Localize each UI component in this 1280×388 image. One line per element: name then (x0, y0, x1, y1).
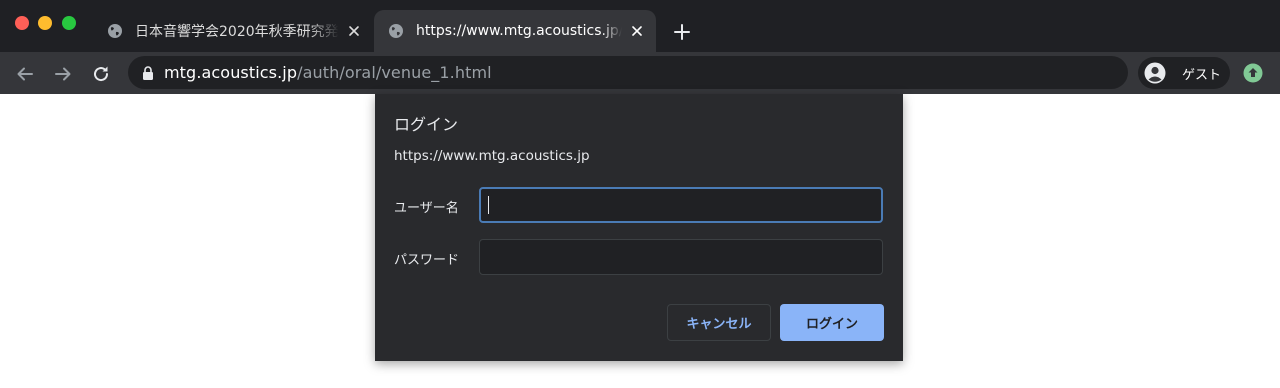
update-arrow-icon[interactable] (1243, 63, 1263, 83)
new-tab-icon[interactable] (672, 22, 692, 42)
url-path: /auth/oral/venue_1.html (297, 63, 492, 82)
url-text: mtg.acoustics.jp/auth/oral/venue_1.html (164, 63, 492, 82)
forward-arrow-icon[interactable] (53, 64, 73, 84)
text-caret (488, 196, 489, 214)
tab-inactive[interactable]: 日本音響学会2020年秋季研究発表会 (93, 10, 373, 52)
tab-close-icon[interactable] (347, 24, 361, 38)
lock-icon[interactable] (142, 65, 154, 80)
back-arrow-icon[interactable] (15, 64, 35, 84)
account-circle-icon (1144, 62, 1166, 84)
tab-active[interactable]: https://www.mtg.acoustics.jp/auth/oral/v… (374, 10, 656, 52)
tab-title: 日本音響学会2020年秋季研究発表会 (135, 24, 339, 40)
password-input[interactable] (479, 239, 883, 275)
dialog-title: ログイン (394, 115, 459, 134)
password-label: パスワード (394, 253, 460, 268)
url-host: mtg.acoustics.jp (164, 63, 298, 82)
cancel-button[interactable]: キャンセル (667, 304, 771, 341)
window-close-button[interactable] (15, 16, 29, 30)
login-dialog: ログイン https://www.mtg.acoustics.jp ユーザー名 … (375, 94, 903, 361)
tab-title: https://www.mtg.acoustics.jp/auth/oral/v… (416, 23, 622, 39)
profile-button[interactable]: ゲスト (1138, 57, 1230, 89)
globe-icon (108, 24, 122, 38)
window-zoom-button[interactable] (62, 16, 76, 30)
browser-titlebar: 日本音響学会2020年秋季研究発表会 https://www.mtg.acous… (0, 0, 1280, 52)
window-minimize-button[interactable] (38, 16, 52, 30)
tab-close-icon[interactable] (630, 24, 644, 38)
username-label: ユーザー名 (394, 201, 459, 216)
globe-icon (389, 24, 403, 38)
username-input[interactable] (479, 187, 883, 223)
login-button[interactable]: ログイン (780, 304, 884, 341)
reload-icon[interactable] (91, 64, 111, 84)
profile-label: ゲスト (1182, 67, 1222, 83)
address-bar[interactable]: mtg.acoustics.jp/auth/oral/venue_1.html (128, 56, 1128, 89)
dialog-origin: https://www.mtg.acoustics.jp (394, 148, 590, 164)
